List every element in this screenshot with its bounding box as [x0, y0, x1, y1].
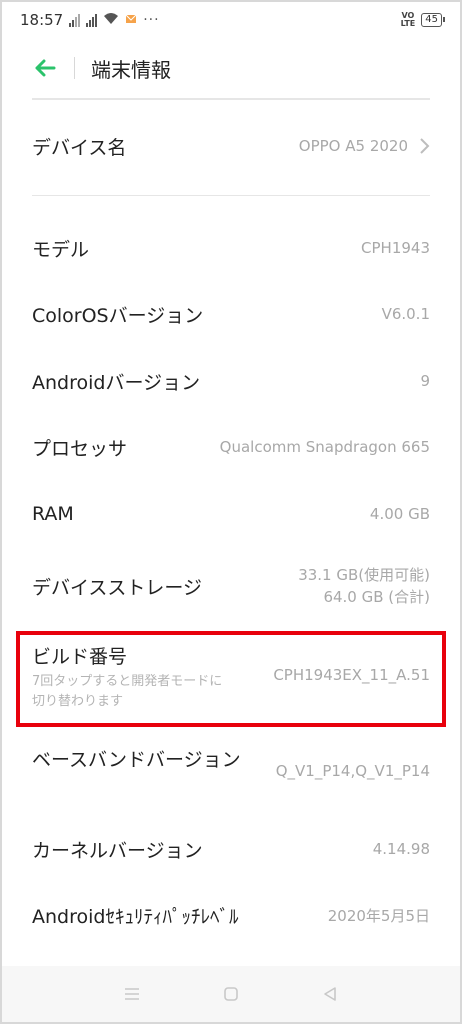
status-bar: 18:57 ··· VO LTE 45 — [0, 0, 462, 40]
security-patch-value: 2020年5月5日 — [327, 906, 430, 925]
build-number-label: ビルド番号 — [32, 646, 128, 668]
home-button[interactable] — [211, 974, 251, 1014]
kernel-value: 4.14.98 — [372, 840, 430, 858]
navigation-bar — [2, 966, 460, 1022]
menu-icon — [124, 988, 139, 1000]
build-number-hint: 7回タップすると開発者モードに切り替わります — [32, 674, 223, 709]
coloros-row: ColorOSバージョン V6.0.1 — [32, 294, 430, 334]
device-name-label: デバイス名 — [32, 136, 127, 159]
nav-back-button[interactable] — [310, 974, 350, 1014]
baseband-label: ベースバンドバージョン — [32, 749, 241, 771]
kernel-label: カーネルバージョン — [32, 839, 203, 862]
header-divider — [32, 98, 430, 100]
back-button[interactable] — [30, 53, 60, 83]
processor-label: プロセッサ — [32, 437, 128, 460]
storage-total: 64.0 GB (合計) — [323, 588, 430, 606]
model-value: CPH1943 — [361, 239, 430, 257]
build-number-value: CPH1943EX_11_A.51 — [273, 666, 430, 684]
app-header: 端末情報 — [0, 44, 462, 92]
arrow-left-icon — [35, 59, 56, 77]
battery-icon: 45 — [421, 13, 445, 27]
notification-icon — [125, 13, 137, 28]
security-patch-row: Androidｾｷｭﾘﾃｨﾊﾟｯﾁﾚﾍﾞﾙ 2020年5月5日 — [32, 895, 430, 935]
model-label: モデル — [32, 238, 90, 261]
coloros-label: ColorOSバージョン — [32, 304, 204, 327]
signal-2-icon — [86, 13, 98, 27]
page-title: 端末情報 — [91, 57, 171, 82]
signal-icon — [69, 13, 81, 27]
ram-value: 4.00 GB — [369, 505, 430, 523]
android-version-value: 9 — [420, 372, 430, 390]
android-version-label: Androidバージョン — [32, 371, 201, 394]
ram-row: RAM 4.00 GB — [32, 494, 430, 534]
status-time: 18:57 — [20, 11, 64, 29]
volte-icon: VO LTE — [400, 11, 416, 28]
device-name-value: OPPO A5 2020 — [298, 137, 408, 155]
storage-available: 33.1 GB(使用可能) — [298, 566, 430, 584]
triangle-back-icon — [324, 987, 337, 1001]
processor-value: Qualcomm Snapdragon 665 — [219, 438, 430, 456]
battery-level: 45 — [425, 14, 438, 25]
kernel-row: カーネルバージョン 4.14.98 — [32, 829, 430, 869]
storage-label: デバイスストレージ — [32, 576, 203, 599]
coloros-value: V6.0.1 — [381, 305, 430, 323]
home-icon — [224, 987, 238, 1001]
wifi-icon — [103, 12, 119, 29]
recent-apps-button[interactable] — [112, 974, 152, 1014]
header-separator — [74, 57, 75, 79]
processor-row: プロセッサ Qualcomm Snapdragon 665 — [32, 427, 430, 467]
more-notifications-icon: ··· — [143, 12, 160, 28]
storage-row: デバイスストレージ 33.1 GB(使用可能) 64.0 GB (合計) — [32, 562, 430, 610]
baseband-value: Q_V1_P14,Q_V1_P14 — [275, 762, 430, 780]
chevron-right-icon — [420, 138, 430, 154]
android-version-row: Androidバージョン 9 — [32, 361, 430, 401]
storage-value: 33.1 GB(使用可能) 64.0 GB (合計) — [298, 564, 430, 608]
security-patch-label: Androidｾｷｭﾘﾃｨﾊﾟｯﾁﾚﾍﾞﾙ — [32, 905, 239, 928]
model-row: モデル CPH1943 — [32, 228, 430, 268]
device-name-row[interactable]: デバイス名 OPPO A5 2020 — [32, 126, 430, 166]
ram-label: RAM — [32, 503, 74, 525]
list-divider — [32, 195, 430, 196]
